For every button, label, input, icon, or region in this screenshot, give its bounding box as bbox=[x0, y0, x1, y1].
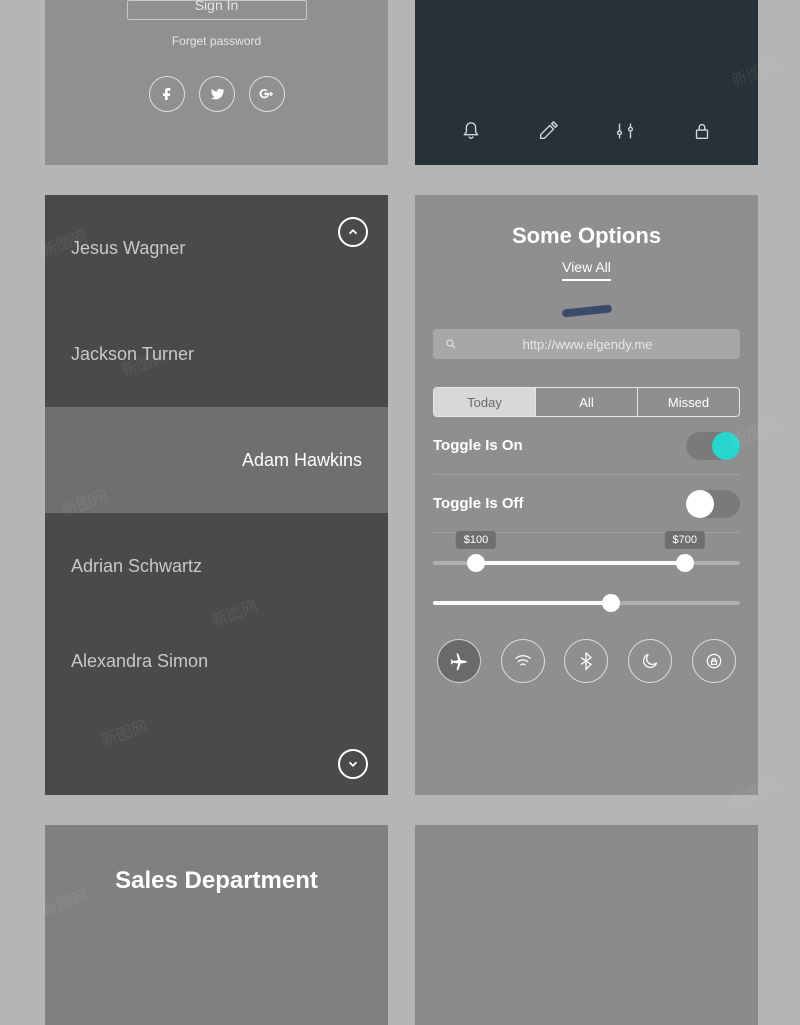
view-all-link[interactable]: View All bbox=[562, 259, 611, 281]
range-slider[interactable]: $100 $700 bbox=[433, 561, 740, 565]
slider-knob-min[interactable] bbox=[467, 554, 485, 572]
wifi-icon[interactable] bbox=[501, 639, 545, 683]
drag-handle-icon[interactable] bbox=[561, 304, 612, 317]
scroll-down-button[interactable] bbox=[338, 749, 368, 779]
forget-password-link[interactable]: Forget password bbox=[45, 34, 388, 48]
scroll-up-button[interactable] bbox=[338, 217, 368, 247]
list-item[interactable]: Alexandra Simon bbox=[45, 619, 388, 694]
search-value: http://www.elgendy.me bbox=[447, 337, 728, 352]
options-header: Some Options View All bbox=[415, 195, 758, 281]
segment-today[interactable]: Today bbox=[434, 388, 536, 416]
toggle-row: Toggle Is On bbox=[433, 417, 740, 475]
slider-track bbox=[433, 561, 740, 565]
segment-missed[interactable]: Missed bbox=[638, 388, 739, 416]
segment-all[interactable]: All bbox=[536, 388, 638, 416]
control-center-row bbox=[415, 639, 758, 683]
airplane-icon[interactable] bbox=[437, 639, 481, 683]
signin-button[interactable]: Sign In bbox=[127, 0, 307, 20]
sales-panel: Sales Department bbox=[45, 825, 388, 1025]
toggle-label: Toggle Is Off bbox=[433, 495, 524, 512]
search-input[interactable]: http://www.elgendy.me bbox=[433, 329, 740, 359]
toggle-switch-on[interactable] bbox=[686, 432, 740, 460]
dark-nav-panel bbox=[415, 0, 758, 165]
twitter-icon[interactable] bbox=[199, 76, 235, 112]
toggle-row: Toggle Is Off bbox=[433, 475, 740, 533]
range-max-label: $700 bbox=[664, 531, 704, 549]
contact-name: Adrian Schwartz bbox=[71, 556, 202, 577]
switch-knob bbox=[686, 490, 714, 518]
lock-icon[interactable] bbox=[691, 120, 713, 147]
contact-name: Jackson Turner bbox=[71, 344, 194, 365]
sliders-icon[interactable] bbox=[614, 120, 636, 147]
moon-icon[interactable] bbox=[628, 639, 672, 683]
list-item[interactable]: Jackson Turner bbox=[45, 301, 388, 407]
empty-panel bbox=[415, 825, 758, 1025]
toggle-label: Toggle Is On bbox=[433, 437, 523, 454]
social-row bbox=[45, 76, 388, 112]
slider-knob[interactable] bbox=[602, 594, 620, 612]
contact-name: Adam Hawkins bbox=[242, 450, 362, 471]
list-item[interactable]: Adrian Schwartz bbox=[45, 513, 388, 619]
rotation-lock-icon[interactable] bbox=[692, 639, 736, 683]
bluetooth-icon[interactable] bbox=[564, 639, 608, 683]
slider-track bbox=[433, 601, 740, 605]
toggle-switch-off[interactable] bbox=[686, 490, 740, 518]
compose-icon[interactable] bbox=[537, 120, 559, 147]
options-title: Some Options bbox=[415, 223, 758, 249]
contact-name: Jesus Wagner bbox=[71, 238, 185, 259]
range-min-label: $100 bbox=[456, 531, 496, 549]
slider-fill bbox=[433, 601, 611, 605]
list-item-selected[interactable]: Adam Hawkins bbox=[45, 407, 388, 513]
segment-control: Today All Missed bbox=[433, 387, 740, 417]
googleplus-icon[interactable] bbox=[249, 76, 285, 112]
nav-row bbox=[415, 120, 758, 147]
single-slider[interactable] bbox=[433, 601, 740, 605]
contact-name: Alexandra Simon bbox=[71, 651, 208, 672]
slider-fill bbox=[476, 561, 685, 565]
contacts-panel: Jesus Wagner Jackson Turner Adam Hawkins… bbox=[45, 195, 388, 795]
signin-panel: Sign In Forget password bbox=[45, 0, 388, 165]
slider-knob-max[interactable] bbox=[676, 554, 694, 572]
options-panel: Some Options View All http://www.elgendy… bbox=[415, 195, 758, 795]
facebook-icon[interactable] bbox=[149, 76, 185, 112]
switch-knob bbox=[712, 432, 740, 460]
list-item[interactable]: Jesus Wagner bbox=[45, 195, 388, 301]
sales-title: Sales Department bbox=[45, 825, 388, 895]
bell-icon[interactable] bbox=[460, 120, 482, 147]
